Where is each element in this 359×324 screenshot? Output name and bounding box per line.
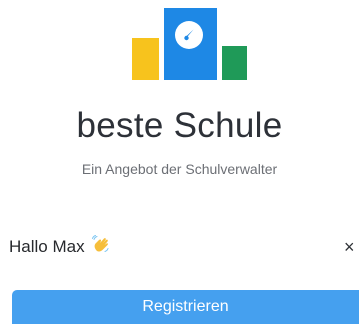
app-subtitle: Ein Angebot der Schulverwalter (81, 161, 278, 177)
waving-hand-icon (91, 235, 109, 252)
greeting: Hallo Max (9, 234, 111, 260)
gauge-icon (175, 21, 203, 49)
logo-green-bar (222, 46, 247, 80)
app-title: beste Schule (76, 106, 283, 145)
greeting-banner: Hallo Max × (0, 234, 359, 260)
greeting-text: Hallo Max (9, 237, 85, 256)
close-icon[interactable]: × (344, 234, 359, 260)
register-button[interactable]: Registrieren (12, 290, 359, 324)
logo-icon (131, 8, 251, 80)
logo-yellow-bar (132, 38, 159, 80)
